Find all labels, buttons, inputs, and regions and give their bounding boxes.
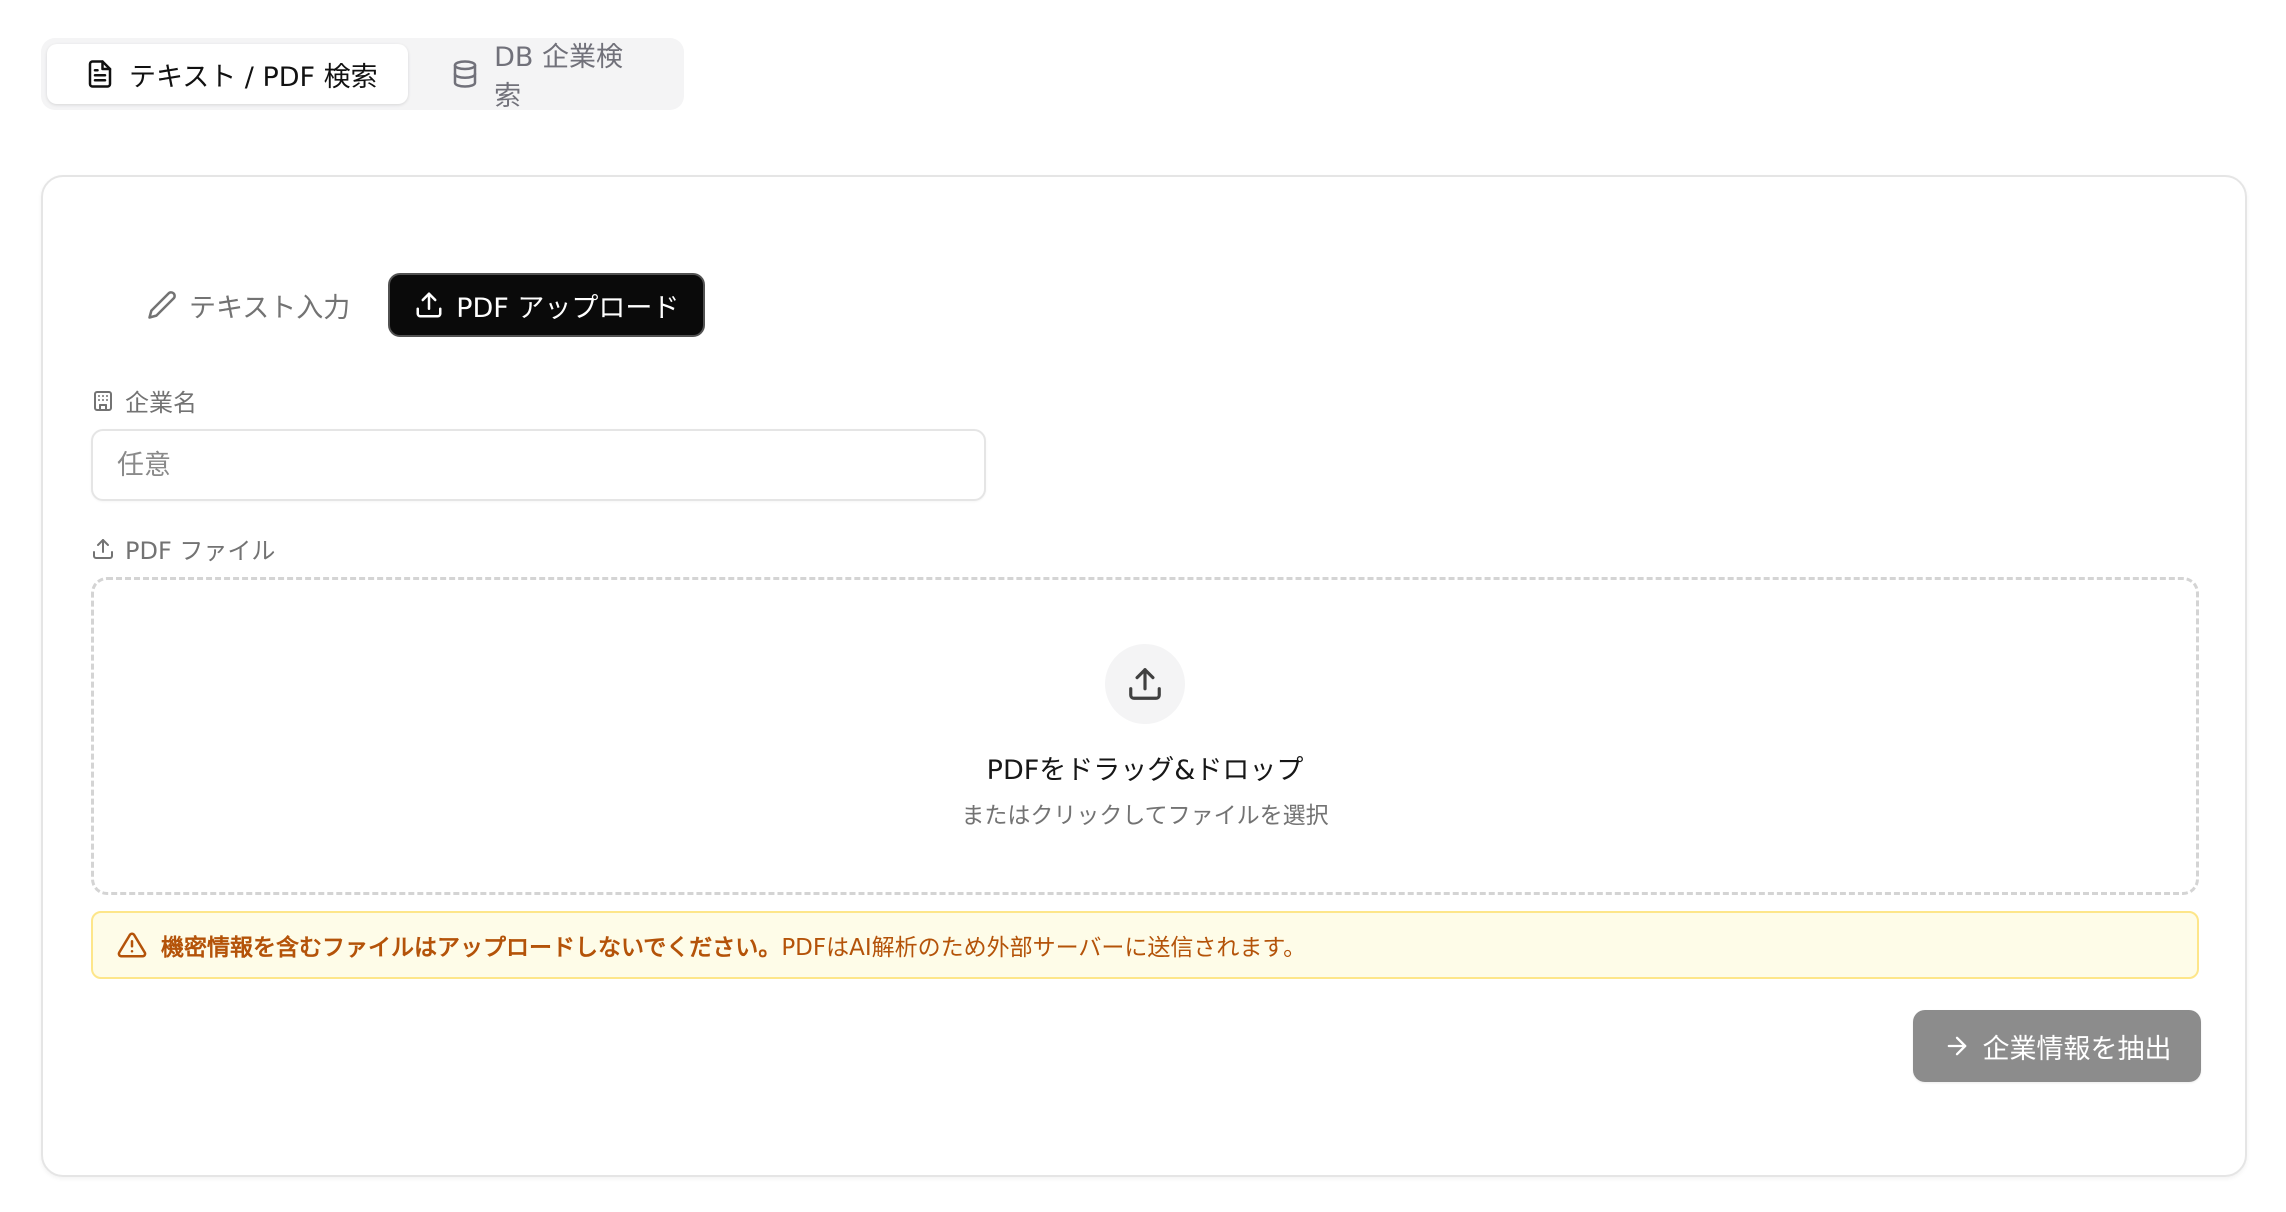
warning-strong-text: 機密情報を含むファイルはアップロードしないでください。	[161, 935, 782, 961]
tab-label: テキスト / PDF 検索	[129, 61, 378, 93]
upload-icon	[91, 537, 115, 561]
database-icon	[450, 59, 480, 89]
submit-label: 企業情報を抽出	[1982, 1033, 2172, 1065]
company-name-label-text: 企業名	[125, 389, 197, 417]
tab-text-input[interactable]: テキスト入力	[113, 273, 374, 337]
warning-text: PDFはAI解析のため外部サーバーに送信されます。	[781, 935, 1307, 961]
upload-icon	[414, 290, 444, 320]
search-mode-tabs: テキスト / PDF 検索 DB 企業検索	[41, 38, 684, 112]
tab-label: DB 企業検索	[494, 42, 623, 112]
tab-text-pdf-search[interactable]: テキスト / PDF 検索	[47, 44, 409, 104]
pdf-file-label-text: PDF ファイル	[125, 537, 276, 565]
tab-db-company-search[interactable]: DB 企業検索	[412, 42, 678, 112]
tab-label: PDF アップロード	[456, 292, 680, 324]
tab-pdf-upload[interactable]: PDF アップロード	[388, 273, 706, 337]
pdf-file-label: PDF ファイル	[91, 531, 275, 566]
tab-label: テキスト入力	[189, 292, 351, 324]
confidentiality-warning: 機密情報を含むファイルはアップロードしないでください。PDFはAI解析のため外部…	[91, 911, 2199, 979]
search-card: テキスト入力 PDF アップロード 企業名 任意 PDF ファイル PDFをドラ…	[41, 175, 2247, 1177]
dropzone-title: PDFをドラッグ&ドロップ	[986, 755, 1304, 786]
dropzone-subtitle: またはクリックしてファイルを選択	[961, 803, 1329, 829]
company-name-label: 企業名	[91, 383, 197, 418]
file-text-icon	[85, 59, 115, 89]
upload-icon	[1105, 644, 1185, 724]
alert-triangle-icon	[117, 930, 147, 960]
extract-company-info-button[interactable]: 企業情報を抽出	[1913, 1010, 2201, 1082]
building-icon	[91, 389, 115, 413]
pencil-icon	[147, 290, 177, 320]
input-mode-tabs: テキスト入力 PDF アップロード	[113, 273, 706, 337]
pdf-dropzone[interactable]: PDFをドラッグ&ドロップ またはクリックしてファイルを選択	[91, 577, 2199, 895]
arrow-right-icon	[1943, 1032, 1971, 1060]
company-name-input[interactable]	[91, 429, 986, 501]
